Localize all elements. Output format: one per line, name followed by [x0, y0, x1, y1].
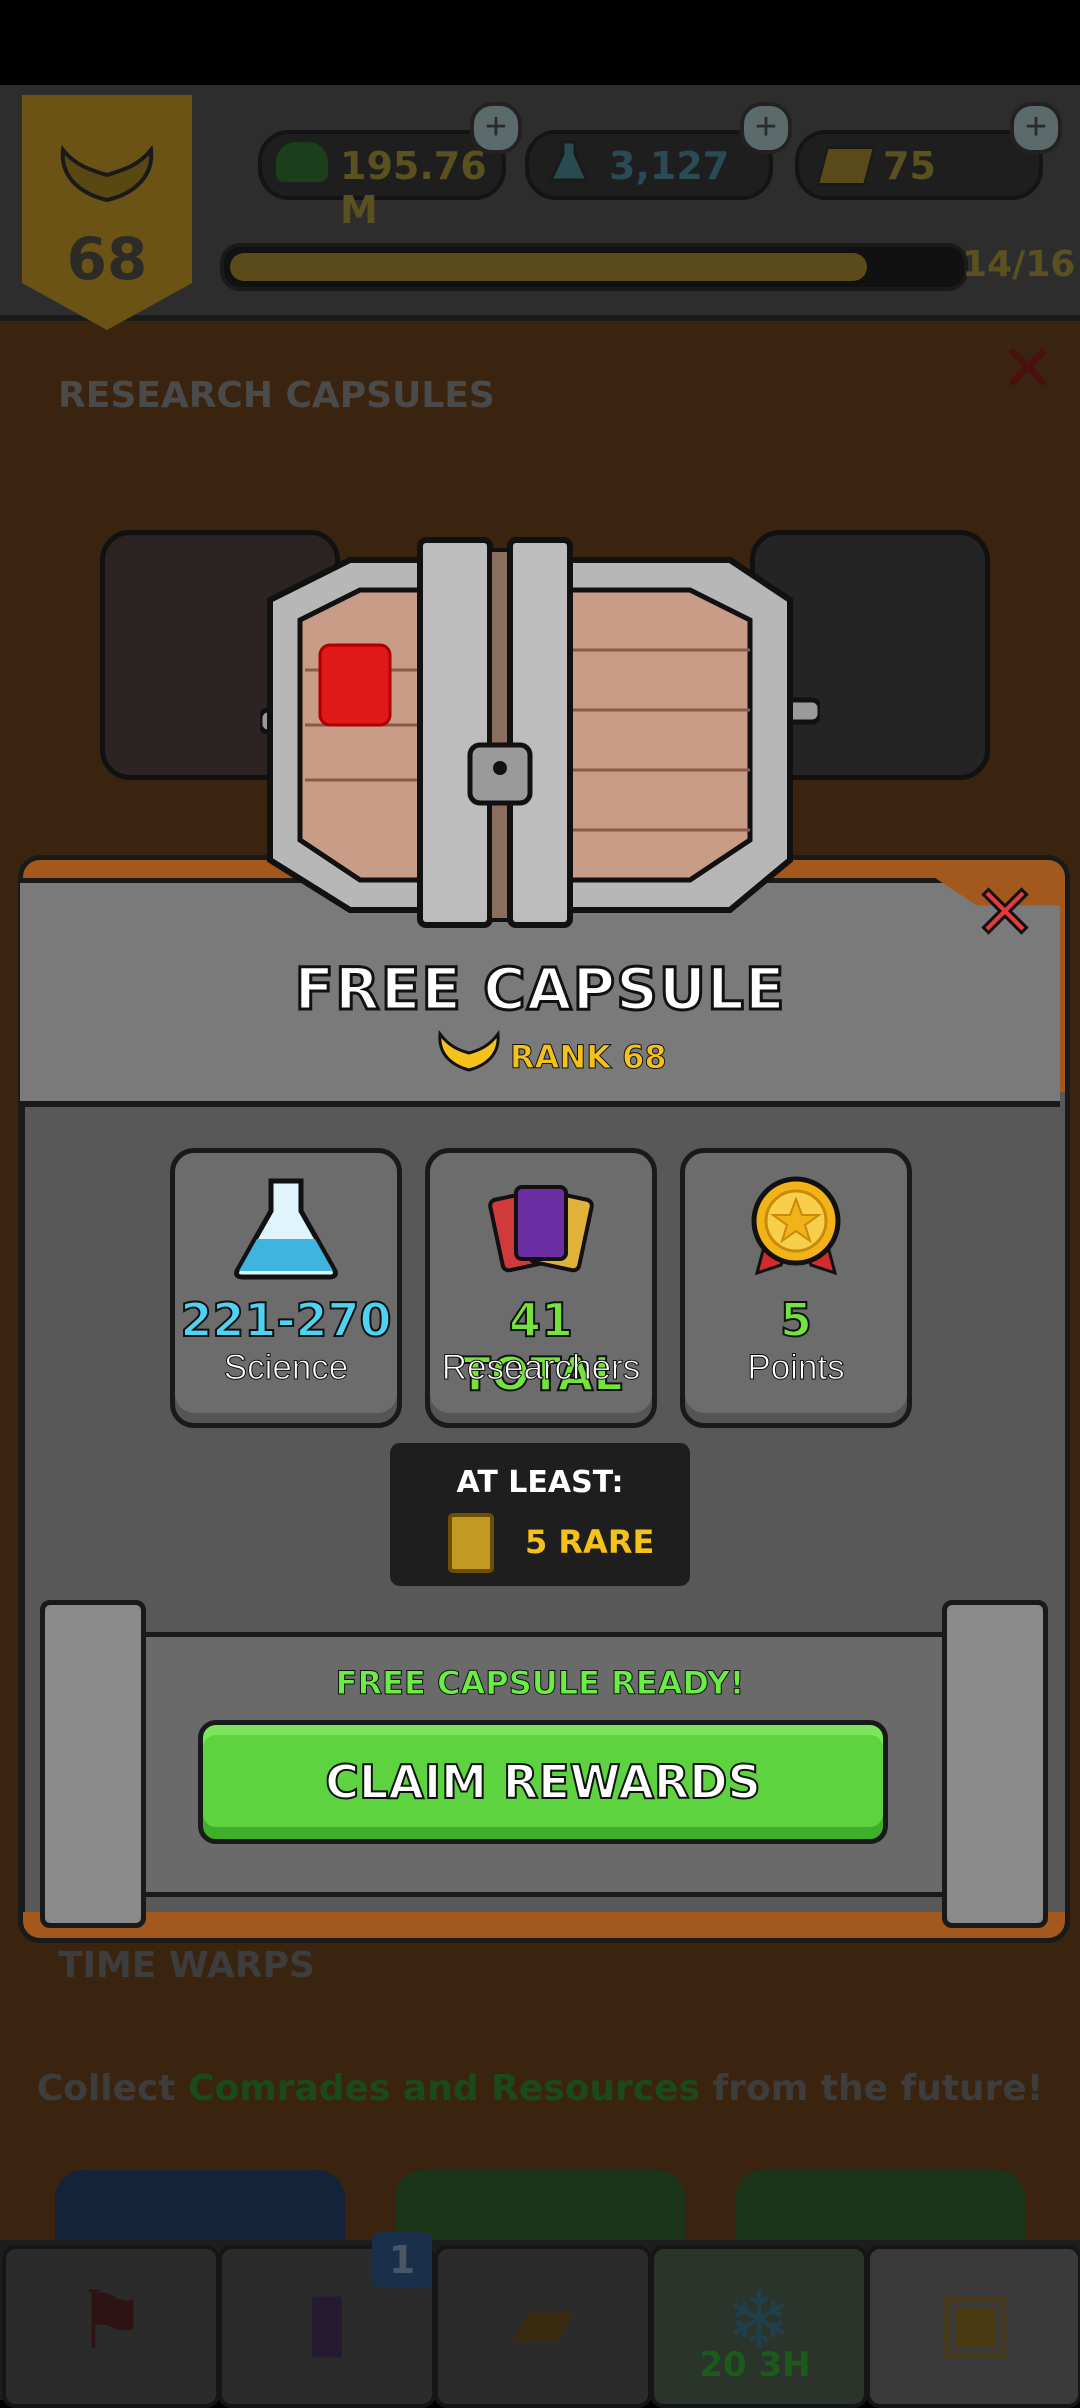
minimum-rarity-box: AT LEAST: 5 RARE: [390, 1443, 690, 1586]
dialog-title: FREE CAPSULE: [293, 954, 786, 1025]
medal-icon: [685, 1173, 907, 1283]
close-button[interactable]: ✕: [972, 875, 1038, 952]
cards-icon: [430, 1173, 652, 1283]
notification-badge: 1: [372, 2232, 432, 2288]
section-title: RESEARCH CAPSULES: [58, 375, 495, 416]
xp-progress-bar: [220, 243, 968, 291]
flask-icon: [548, 140, 590, 184]
flag-icon: ⚑: [75, 2276, 147, 2365]
flask-icon: [175, 1173, 397, 1283]
capsule-chest-image: [257, 520, 823, 940]
researchers-stat-label: Researchers: [441, 1348, 641, 1388]
ticket-value: 75: [883, 144, 936, 188]
capsule-icon: ▣: [937, 2276, 1013, 2365]
background-close-icon: ✕: [1000, 330, 1056, 407]
points-stat-value: 5: [779, 1292, 813, 1348]
collect-suffix: from the future!: [700, 2068, 1044, 2109]
science-value: 3,127: [609, 144, 730, 188]
nav-tab-files[interactable]: ▰: [434, 2245, 652, 2408]
money-value: 195.76 M: [340, 144, 487, 232]
science-stat-card: 221-270 Science: [170, 1148, 402, 1428]
rank-banner[interactable]: [22, 95, 192, 330]
ready-text: FREE CAPSULE READY!: [335, 1664, 745, 1703]
add-tickets-button[interactable]: +: [1010, 102, 1062, 154]
claim-rewards-button[interactable]: CLAIM REWARDS: [198, 1720, 888, 1844]
xp-progress-text: 14/16: [962, 244, 1076, 285]
cap-icon: [276, 142, 328, 182]
nav-timer: 20 3H: [699, 2345, 811, 2385]
at-least-value: 5 RARE: [525, 1523, 655, 1561]
science-stat-label: Science: [223, 1348, 349, 1388]
science-counter: 3,127: [525, 130, 773, 200]
add-science-button[interactable]: +: [740, 102, 792, 154]
time-warps-title: TIME WARPS: [58, 1945, 315, 1986]
collect-highlight: Comrades and Resources: [188, 2068, 701, 2109]
nav-tab-capsules[interactable]: ▣: [866, 2245, 1080, 2408]
ticket-icon: [815, 146, 877, 186]
at-least-title: AT LEAST:: [456, 1465, 624, 1500]
points-stat-label: Points: [747, 1348, 845, 1388]
ticket-counter: 75: [795, 130, 1043, 200]
nav-tab-missions[interactable]: ⚑: [2, 2245, 220, 2408]
claim-rewards-label: CLAIM REWARDS: [324, 1754, 761, 1810]
points-stat-card: 5 Points: [680, 1148, 912, 1428]
right-post: [942, 1600, 1048, 1928]
add-money-button[interactable]: +: [470, 102, 522, 154]
wings-icon: [55, 140, 160, 210]
collect-prefix: Collect: [36, 2068, 189, 2109]
researchers-stat-card: 41 TOTAL Researchers: [425, 1148, 657, 1428]
science-stat-value: 221-270: [179, 1292, 392, 1348]
folder-icon: ▰: [512, 2276, 574, 2365]
money-counter: 195.76 M: [258, 130, 506, 232]
rare-card-icon: [448, 1513, 494, 1573]
collect-text: Collect Comrades and Resources from the …: [0, 2068, 1080, 2109]
rank-label: RANK 68: [510, 1038, 668, 1077]
wings-icon: [436, 1029, 502, 1076]
rank-number: 68: [66, 225, 148, 293]
xp-progress-fill: [230, 253, 867, 281]
left-post: [40, 1600, 146, 1928]
